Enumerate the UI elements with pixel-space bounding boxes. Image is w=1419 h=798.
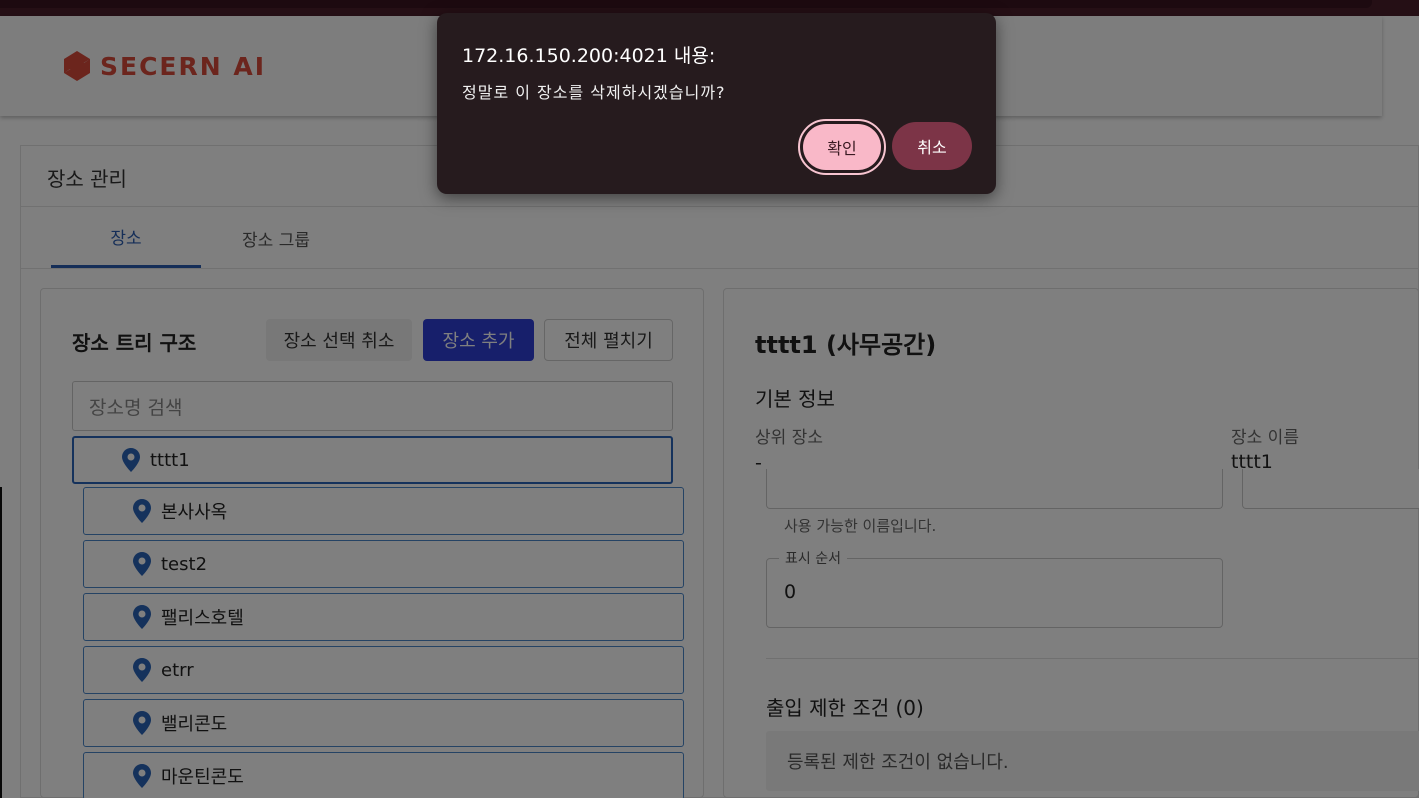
cancel-button[interactable]: 취소 bbox=[892, 122, 972, 170]
dialog-message: 정말로 이 장소를 삭제하시겠습니까? bbox=[462, 83, 726, 102]
confirm-button-label: 확인 bbox=[803, 124, 881, 170]
confirm-dialog: 172.16.150.200:4021 내용: 정말로 이 장소를 삭제하시겠습… bbox=[437, 13, 996, 194]
confirm-button[interactable]: 확인 bbox=[798, 119, 886, 175]
dialog-title: 172.16.150.200:4021 내용: bbox=[462, 45, 716, 67]
